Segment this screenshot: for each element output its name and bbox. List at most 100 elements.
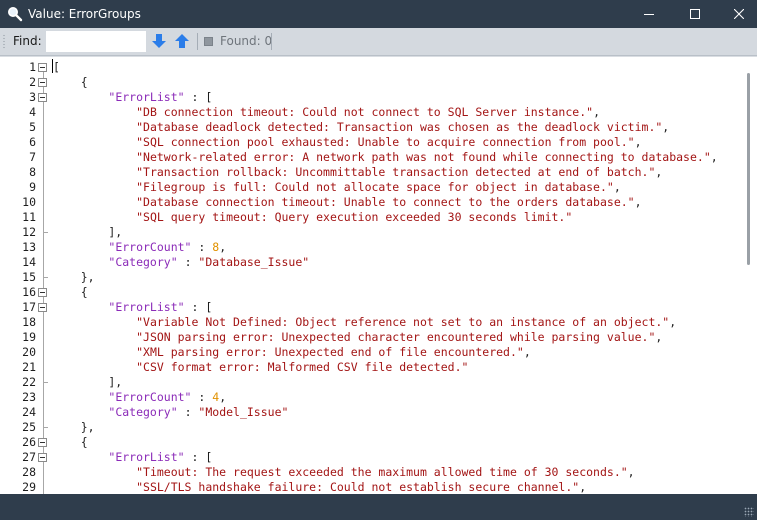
found-count-label: Found: 0 xyxy=(220,34,273,48)
code-token: , xyxy=(662,120,670,134)
code-token: , xyxy=(613,180,621,194)
fold-toggle[interactable] xyxy=(38,78,47,87)
line-number: 10 xyxy=(22,195,36,209)
code-line: "Database connection timeout: Unable to … xyxy=(53,195,642,210)
fold-toggle[interactable] xyxy=(38,93,47,102)
code-token: "Timeout: The request exceeded the maxim… xyxy=(136,465,628,479)
window-title: Value: ErrorGroups xyxy=(28,7,141,21)
title-bar: Value: ErrorGroups xyxy=(0,0,757,28)
code-token: ], xyxy=(53,225,123,239)
line-number: 14 xyxy=(22,255,36,269)
fold-end-marker xyxy=(43,427,48,428)
find-next-button[interactable] xyxy=(149,32,169,51)
code-token: , xyxy=(593,105,600,119)
toolbar-grip[interactable] xyxy=(3,34,5,49)
find-input[interactable] xyxy=(46,31,146,52)
code-line: "SQL query timeout: Query execution exce… xyxy=(53,210,572,225)
code-token: "ErrorList" xyxy=(108,90,185,104)
line-number: 20 xyxy=(22,345,36,359)
find-toolbar: Find: Found: 0 xyxy=(0,28,757,56)
code-token: "CSV format error: Malformed CSV file de… xyxy=(136,360,469,374)
code-line: "ErrorList" : [ xyxy=(53,450,212,465)
code-token: , xyxy=(219,390,227,404)
maximize-button[interactable] xyxy=(672,0,718,28)
minimize-button[interactable] xyxy=(626,0,672,28)
code-line: "Transaction rollback: Uncommittable tra… xyxy=(53,165,662,180)
code-line: "Category" : "Model_Issue" xyxy=(53,405,288,420)
code-token: { xyxy=(53,435,88,449)
code-token: , xyxy=(655,330,663,344)
code-line: ], xyxy=(53,225,122,240)
code-line: { xyxy=(53,75,88,90)
code-line: [ xyxy=(53,60,60,75)
vertical-scrollbar[interactable] xyxy=(742,57,757,495)
code-token: "ErrorList" xyxy=(108,450,185,464)
fold-toggle[interactable] xyxy=(38,453,47,462)
fold-toggle[interactable] xyxy=(38,63,47,72)
code-line: "CSV format error: Malformed CSV file de… xyxy=(53,360,468,375)
code-line: "SQL connection pool exhausted: Unable t… xyxy=(53,135,642,150)
line-number: 1 xyxy=(29,60,36,74)
code-token: , xyxy=(634,195,642,209)
code-token: "DB connection timeout: Could not connec… xyxy=(136,105,594,119)
code-token: , xyxy=(655,165,663,179)
found-checkbox xyxy=(204,37,213,46)
close-button[interactable] xyxy=(716,0,757,28)
code-token: }, xyxy=(53,270,95,284)
fold-toggle[interactable] xyxy=(38,303,47,312)
line-number: 27 xyxy=(22,450,36,464)
line-number: 2 xyxy=(29,75,36,89)
line-number: 28 xyxy=(22,465,36,479)
fold-toggle[interactable] xyxy=(38,288,47,297)
code-token: "Database connection timeout: Unable to … xyxy=(136,195,635,209)
line-number: 6 xyxy=(29,135,36,149)
line-number: 23 xyxy=(22,390,36,404)
close-icon xyxy=(734,9,744,19)
code-token: , xyxy=(579,480,587,494)
resize-grip[interactable] xyxy=(744,507,754,517)
line-number: 25 xyxy=(22,420,36,434)
json-editor[interactable]: 1 [2 {3 "ErrorList" : [4 "DB connection t… xyxy=(0,56,757,495)
line-number: 17 xyxy=(22,300,36,314)
line-number: 22 xyxy=(22,375,36,389)
line-number: 24 xyxy=(22,405,36,419)
toolbar-separator xyxy=(271,33,272,50)
code-line: "ErrorList" : [ xyxy=(53,90,212,105)
code-token: "Model_Issue" xyxy=(198,405,289,419)
maximize-icon xyxy=(690,9,700,19)
line-number: 11 xyxy=(22,210,36,224)
code-token: "Category" xyxy=(108,255,178,269)
code-line: "ErrorList" : [ xyxy=(53,300,212,315)
code-token: , xyxy=(634,135,642,149)
code-token: "ErrorCount" xyxy=(108,390,192,404)
code-token: "Database deadlock detected: Transaction… xyxy=(136,120,663,134)
code-line: "ErrorCount" : 4, xyxy=(53,390,226,405)
line-number: 9 xyxy=(29,180,36,194)
code-token: "SQL query timeout: Query execution exce… xyxy=(136,210,573,224)
find-previous-button[interactable] xyxy=(172,32,192,51)
line-number: 29 xyxy=(22,480,36,494)
fold-toggle[interactable] xyxy=(38,438,47,447)
code-line: { xyxy=(53,285,88,300)
scrollbar-thumb[interactable] xyxy=(747,73,750,265)
code-line: "Variable Not Defined: Object reference … xyxy=(53,315,676,330)
fold-end-marker xyxy=(43,277,48,278)
code-line: "DB connection timeout: Could not connec… xyxy=(53,105,600,120)
code-token: "Database_Issue" xyxy=(198,255,310,269)
code-token: : xyxy=(177,255,199,269)
line-number: 5 xyxy=(29,120,36,134)
code-token: : xyxy=(191,390,213,404)
